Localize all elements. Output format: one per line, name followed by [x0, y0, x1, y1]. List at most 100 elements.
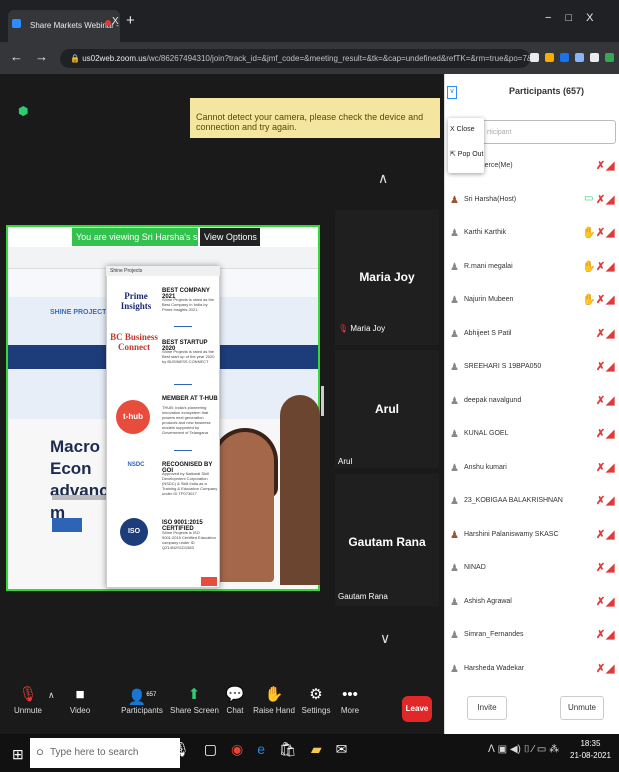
- avatar: ♟: [450, 261, 459, 273]
- view-options-button[interactable]: View Options ∨: [200, 228, 266, 246]
- tile-label: 🎙 Maria Joy: [338, 324, 385, 333]
- shield-icon[interactable]: ⬢: [18, 104, 28, 118]
- clock[interactable]: 18:35 21-08-2021: [570, 738, 611, 762]
- person-image: [216, 432, 274, 582]
- unmute-button[interactable]: 🎙 Unmute: [4, 684, 52, 715]
- participant-row[interactable]: ♟ Harshini Palaniswamy SKASC ✗ ◢: [448, 526, 618, 548]
- mail-icon[interactable]: ✉: [336, 741, 348, 758]
- close-menu-item[interactable]: X Close: [450, 126, 475, 133]
- puzzle-icon[interactable]: [590, 53, 599, 62]
- tile-label: Gautam Rana: [338, 592, 388, 601]
- recording-icon: [105, 20, 111, 26]
- participant-row[interactable]: ♟ KUNAL GOEL ✗ ◢: [448, 425, 618, 447]
- video-button[interactable]: ■ Video: [56, 684, 104, 715]
- mic-off-icon: ✗: [596, 629, 606, 641]
- taskbar-search-input[interactable]: Type here to search: [30, 738, 180, 768]
- raise-hand-icon: ✋: [582, 260, 596, 273]
- participant-row[interactable]: ♟ Ashish Agrawal ✗ ◢: [448, 593, 618, 615]
- shine-logo: SHINE PROJECTS: [50, 309, 112, 316]
- task-view-icon[interactable]: ▢: [204, 741, 217, 758]
- close-window-button[interactable]: X: [586, 12, 593, 24]
- participant-row[interactable]: ♟ Karthi Karthik ✋ ✗ ◢: [448, 224, 618, 246]
- participant-row[interactable]: ♟ Sri Harsha(Host) ▭ ✗ ◢: [448, 191, 618, 213]
- extension-icon[interactable]: [575, 53, 584, 62]
- url-path: /wc/86267494310/join?track_id=&jmf_code=…: [146, 54, 530, 63]
- award-text: Shine Projects is rated as the Best Comp…: [162, 297, 215, 312]
- forward-button[interactable]: →: [35, 49, 48, 64]
- browser-tab[interactable]: Share Markets Webinar - Zo: [8, 10, 120, 42]
- tab-close-icon[interactable]: X: [112, 16, 119, 27]
- maximize-button[interactable]: □: [565, 12, 572, 24]
- participant-row[interactable]: ♟ Simran_Fernandes ✗ ◢: [448, 626, 618, 648]
- tile-name: Maria Joy: [359, 270, 415, 284]
- scroll-up-icon[interactable]: ∧: [378, 170, 388, 187]
- extension-icon[interactable]: [560, 53, 569, 62]
- participant-search-input[interactable]: rticipant: [480, 120, 616, 144]
- edge-icon[interactable]: e: [257, 741, 265, 758]
- participant-row[interactable]: ♟ Abhijeet S Patil ✗ ◢: [448, 325, 618, 347]
- participant-row[interactable]: ♟ SREEHARI S 19BPA050 ✗ ◢: [448, 358, 618, 380]
- popup-button: [201, 577, 217, 586]
- more-button[interactable]: ••• More: [326, 684, 374, 715]
- toolbar-label: Unmute: [13, 706, 42, 715]
- url-field[interactable]: 🔒 us02web.zoom.us/wc/86267494310/join?tr…: [60, 49, 530, 68]
- participant-name: Harshini Palaniswamy SKASC: [464, 530, 559, 538]
- mic-off-icon: ✗: [596, 327, 606, 340]
- scroll-down-icon[interactable]: ∨: [380, 630, 390, 647]
- participant-row[interactable]: ♟ NINAD ✗ ◢: [448, 559, 618, 581]
- leave-button[interactable]: Leave: [402, 696, 432, 722]
- clock-date: 21-08-2021: [570, 751, 611, 760]
- unmute-button[interactable]: Unmute: [560, 696, 604, 720]
- avatar: ♟: [450, 362, 459, 373]
- participant-name: R.mani megalai: [464, 262, 513, 270]
- divider: [174, 450, 192, 451]
- folder-icon[interactable]: ▰: [311, 741, 322, 758]
- tile-name: Gautam Rana: [348, 535, 426, 549]
- chrome-icon[interactable]: ◉: [231, 741, 243, 758]
- mic-off-icon: ✗: [596, 662, 606, 675]
- mic-off-icon: ✗: [596, 160, 606, 172]
- star-icon[interactable]: [530, 53, 539, 62]
- new-tab-button[interactable]: +: [126, 12, 135, 29]
- screen-share-icon: ▭: [584, 192, 594, 204]
- participant-row[interactable]: ♟ deepak navalgund ✗ ◢: [448, 392, 618, 414]
- lock-icon: 🔒: [70, 54, 83, 63]
- invite-button[interactable]: Invite: [467, 696, 507, 720]
- raise-hand-button[interactable]: ✋ Raise Hand: [250, 684, 298, 715]
- participant-row[interactable]: ♟ Anshu kumari ✗ ◢: [448, 459, 618, 481]
- store-icon[interactable]: 🛍: [279, 741, 297, 758]
- participant-name: SREEHARI S 19BPA050: [464, 363, 542, 370]
- pop-out-menu-item[interactable]: ⇱ Pop Out: [450, 150, 484, 158]
- video-off-icon: ◢: [606, 193, 615, 206]
- video-off-icon: ◢: [606, 662, 615, 675]
- avatar: ♟: [450, 194, 459, 206]
- zoom-favicon-icon: [12, 19, 21, 28]
- window-controls: − □ X: [545, 12, 593, 24]
- business-connect-logo: BC Business Connect: [110, 332, 158, 352]
- mic-off-icon: ✗: [596, 595, 606, 608]
- mic-icon[interactable]: 🎙: [172, 741, 190, 758]
- award-text: Shine Projects is ISO 9001:2015 Certifie…: [162, 530, 216, 550]
- participant-row[interactable]: ♟ R.mani megalai ✋ ✗ ◢: [448, 258, 618, 280]
- extension-icon[interactable]: [545, 53, 554, 62]
- search-icon: ○: [36, 744, 44, 759]
- avatar: ♟: [450, 228, 459, 239]
- mic-off-icon: ✗: [596, 562, 606, 574]
- mic-off-icon: ✗: [596, 361, 606, 373]
- participant-row[interactable]: ♟ 23_KOBIGAA BALAKRISHNAN ✗ ◢: [448, 492, 618, 514]
- resize-handle[interactable]: [321, 386, 324, 416]
- video-icon: ■: [75, 686, 85, 703]
- participant-row[interactable]: ♟ Najurin Mubeen ✋ ✗ ◢: [448, 291, 618, 313]
- back-button[interactable]: ←: [10, 49, 23, 64]
- mic-off-icon: ✗: [596, 227, 606, 239]
- minimize-button[interactable]: −: [545, 12, 551, 24]
- participants-button[interactable]: 👤657 Participants: [118, 684, 166, 715]
- participant-row[interactable]: ♟ Harsheda Wadekar ✗ ◢: [448, 660, 618, 682]
- divider: [174, 384, 192, 385]
- windows-start-icon[interactable]: ⊞: [12, 746, 24, 763]
- video-off-icon: ◢: [606, 361, 615, 373]
- chevron-up-icon[interactable]: ∧: [48, 690, 55, 701]
- hero-subtext: [52, 495, 107, 500]
- system-tray[interactable]: ᐱ ▣ ◀) ⌷ ⁄ ▭ ⁂: [488, 744, 559, 755]
- profile-icon[interactable]: [605, 53, 614, 62]
